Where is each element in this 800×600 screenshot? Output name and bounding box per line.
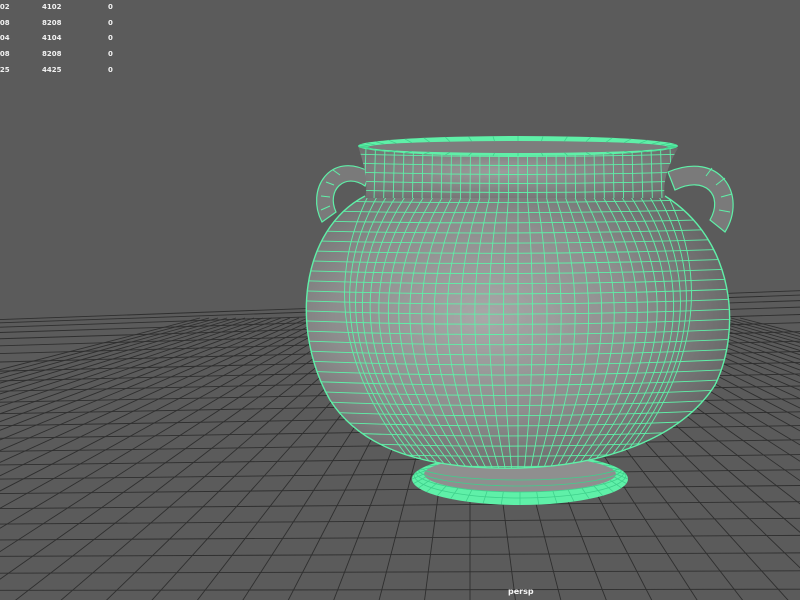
hud-value: 4104 — [42, 34, 62, 43]
hud-row: 104 4104 0 — [0, 31, 130, 47]
hud-value: 8208 — [42, 18, 62, 27]
hud-row: 102 4102 0 — [0, 0, 130, 16]
camera-label: persp — [508, 587, 534, 596]
hud-value: 0 — [108, 65, 113, 74]
hud-value: 0 — [108, 34, 113, 43]
viewport-persp[interactable]: 102 4102 0 208 8208 0 104 4104 0 208 820… — [0, 0, 800, 600]
scene-canvas[interactable] — [0, 0, 800, 600]
hud-value: 208 — [0, 18, 10, 27]
hud-row: 208 8208 0 — [0, 16, 130, 32]
hud-value: 4102 — [42, 3, 62, 11]
hud-value: 208 — [0, 50, 10, 59]
pot-mesh[interactable] — [280, 136, 760, 505]
hud-value: 104 — [0, 34, 10, 43]
hud-value: 102 — [0, 3, 10, 11]
hud-value: 0 — [108, 18, 113, 27]
hud-row: 425 4425 0 — [0, 63, 130, 79]
poly-count-hud: 102 4102 0 208 8208 0 104 4104 0 208 820… — [0, 0, 130, 78]
hud-value: 425 — [0, 65, 10, 74]
pot-rim — [357, 136, 679, 157]
hud-value: 0 — [108, 50, 113, 59]
hud-row: 208 8208 0 — [0, 47, 130, 63]
hud-value: 8208 — [42, 50, 62, 59]
pot-body — [305, 195, 731, 469]
hud-value: 0 — [108, 3, 113, 11]
hud-value: 4425 — [42, 65, 62, 74]
